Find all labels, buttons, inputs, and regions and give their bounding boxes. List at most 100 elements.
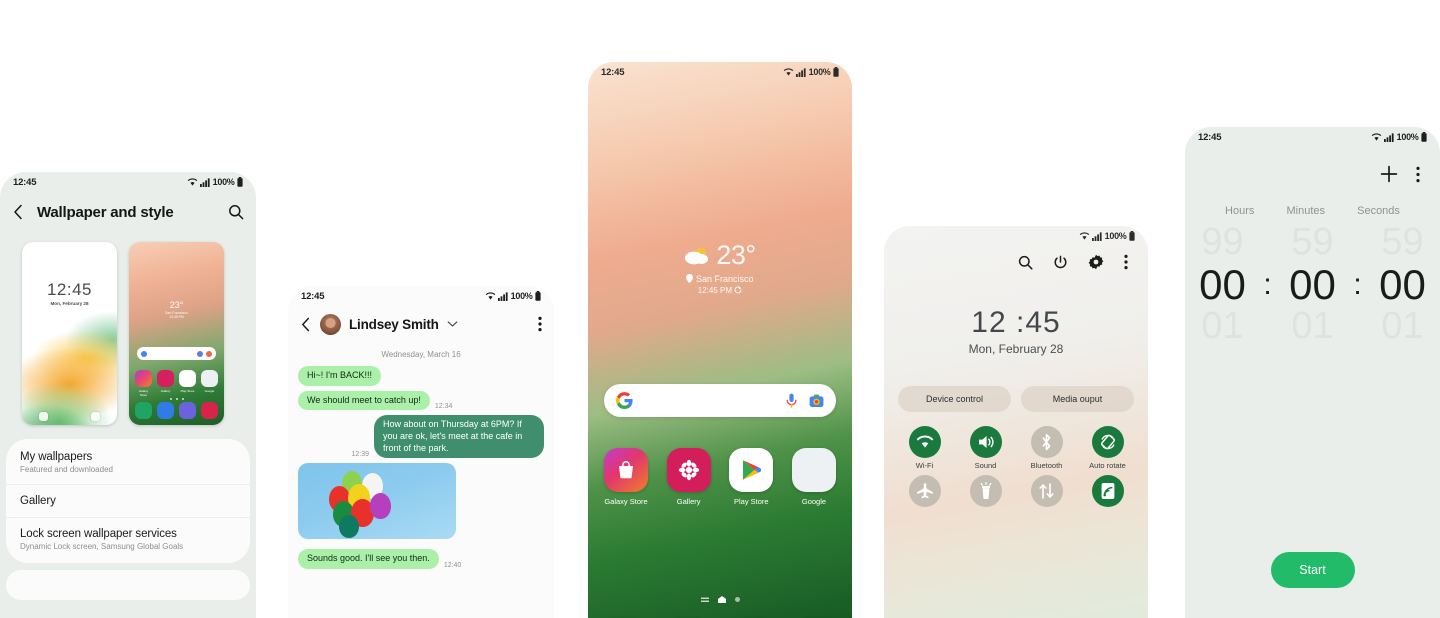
google-folder-icon	[201, 370, 218, 387]
plus-icon[interactable]	[1380, 165, 1398, 183]
tile-wifi[interactable]: Wi-Fi	[894, 426, 955, 471]
home-screen-preview[interactable]: 23° San Francisco 12:45 PM Galaxy Store …	[129, 242, 224, 425]
tile-airplane-mode[interactable]	[894, 474, 955, 511]
sidebar-item-my-wallpapers[interactable]: My wallpapers Featured and downloaded	[6, 441, 250, 484]
tile-label: Sound	[974, 461, 997, 470]
signal-icon	[498, 291, 508, 301]
home-icon[interactable]	[717, 596, 726, 603]
preview-lens-icon	[206, 350, 212, 357]
screenshot-canvas: 12:45 100% Wallpaper and style 12:45 Mon…	[0, 0, 1440, 618]
message-bubble-incoming[interactable]: Hi~! I'm BACK!!!	[298, 366, 381, 386]
ghost-seconds-above: 59	[1381, 221, 1424, 263]
lock-screen-preview[interactable]: 12:45 Mon, February 28	[22, 242, 117, 425]
wifi-icon	[485, 291, 495, 300]
battery-icon	[1129, 231, 1135, 241]
home-screen: 12:45 100% 23° San Francisco 12:45 PM Ga…	[588, 62, 852, 618]
nearby-share-tile-circle	[1091, 474, 1124, 507]
preview-lock-date: Mon, February 28	[50, 301, 89, 306]
timer-separator: :	[1263, 268, 1272, 302]
tile-bluetooth[interactable]: Bluetooth	[1016, 426, 1077, 471]
phone-icon	[135, 402, 152, 419]
row-sublabel: Featured and downloaded	[20, 465, 113, 474]
preview-lock-shortcuts	[22, 412, 117, 421]
tile-mobile-data[interactable]	[1016, 474, 1077, 511]
messages-icon	[157, 402, 174, 419]
quick-panel-clock[interactable]: 12 :45 Mon, February 28	[884, 306, 1148, 356]
preview-app-label: Play Store	[180, 388, 195, 393]
search-input[interactable]	[604, 384, 836, 417]
tile-sound[interactable]: Sound	[955, 426, 1016, 471]
message-bubble-incoming[interactable]: Sounds good. I'll see you then.	[298, 549, 439, 570]
timer-value-row: 00 : 00 : 00	[1185, 262, 1440, 307]
preview-dock	[135, 402, 218, 419]
preview-phone-shortcut-icon	[38, 412, 48, 421]
timer-minutes-value[interactable]: 00	[1279, 262, 1347, 307]
app-gallery[interactable]: Gallery	[663, 448, 715, 506]
message-bubble-outgoing[interactable]: How about on Thursday at 6PM? If you are…	[374, 415, 544, 459]
timer-picker[interactable]: 99 59 59 00 : 00 : 00 01 01 01	[1185, 221, 1440, 347]
message-bubble-incoming[interactable]: We should meet to catch up!	[298, 390, 430, 411]
weather-widget[interactable]: 23° San Francisco 12:45 PM	[588, 240, 852, 295]
sidebar-item-gallery[interactable]: Gallery	[6, 484, 250, 517]
device-control-button[interactable]: Device control	[898, 386, 1011, 412]
more-vertical-icon[interactable]	[538, 316, 542, 332]
list-icon[interactable]	[700, 597, 709, 603]
date-divider: Wednesday, March 16	[381, 350, 461, 359]
search-icon[interactable]	[228, 204, 244, 220]
timer-seconds-value[interactable]: 00	[1369, 262, 1437, 307]
gallery-icon	[157, 370, 174, 387]
message-row	[298, 463, 544, 544]
tile-auto-rotate[interactable]: Auto rotate	[1077, 426, 1138, 471]
power-icon[interactable]	[1053, 255, 1068, 270]
google-lens-icon[interactable]	[809, 394, 824, 408]
mobile-data-tile-circle	[1030, 474, 1063, 507]
more-vertical-icon[interactable]	[1416, 166, 1420, 183]
back-arrow-icon[interactable]	[12, 204, 25, 220]
battery-icon	[833, 67, 839, 77]
weather-temperature: 23°	[716, 240, 756, 270]
messages-conversation-screen: 12:45 100% Lindsey Smith Wednesday, Marc…	[288, 286, 554, 618]
app-bar: Lindsey Smith	[288, 306, 554, 342]
sound-tile-circle	[969, 426, 1002, 458]
weather-updated-time: 12:45 PM	[588, 286, 852, 295]
google-g-icon	[616, 392, 633, 409]
app-galaxy-store[interactable]: Galaxy Store	[600, 448, 652, 506]
balloon	[339, 515, 359, 539]
row-sublabel: Dynamic Lock screen, Samsung Global Goal…	[20, 542, 184, 551]
weather-location-label: San Francisco	[695, 274, 754, 284]
message-row: Hi~! I'm BACK!!!	[298, 366, 544, 386]
page-dot[interactable]	[734, 597, 740, 602]
wifi-tile-circle	[908, 426, 941, 458]
app-play-store[interactable]: Play Store	[725, 448, 777, 506]
quick-panel-header-icons	[884, 246, 1148, 270]
chevron-down-icon[interactable]	[447, 320, 458, 328]
back-arrow-icon[interactable]	[300, 317, 312, 332]
timer-hours-value[interactable]: 00	[1189, 262, 1257, 307]
preview-app: Google	[201, 370, 218, 397]
tile-nearby-share[interactable]	[1077, 474, 1138, 511]
search-icon[interactable]	[1018, 255, 1033, 270]
microphone-icon[interactable]	[786, 393, 797, 409]
message-row: We should meet to catch up! 12:34	[298, 390, 544, 411]
tile-flashlight[interactable]	[955, 474, 1016, 511]
refresh-icon[interactable]	[734, 286, 742, 294]
settings-gear-icon[interactable]	[1088, 254, 1104, 270]
wallpaper-secondary-card[interactable]	[6, 570, 250, 600]
wallpaper-art-swirl	[22, 307, 117, 425]
media-output-button[interactable]: Media ouput	[1021, 386, 1134, 412]
wifi-icon	[1371, 132, 1381, 141]
start-button[interactable]: Start	[1270, 552, 1355, 588]
app-google-folder[interactable]: Google	[788, 448, 840, 506]
ghost-hours-above: 99	[1201, 221, 1244, 263]
battery-icon	[237, 177, 243, 187]
more-vertical-icon[interactable]	[1124, 254, 1128, 270]
battery-label: 100%	[1396, 132, 1419, 142]
timer-actions: Start	[1185, 552, 1440, 588]
message-image-balloons[interactable]	[298, 463, 456, 540]
status-time: 12:45	[601, 66, 625, 78]
avatar[interactable]	[320, 313, 341, 335]
sidebar-item-lock-screen-wallpaper-services[interactable]: Lock screen wallpaper services Dynamic L…	[6, 517, 250, 561]
preview-search-bar	[137, 347, 216, 360]
ghost-minutes-above: 59	[1291, 221, 1334, 263]
balloon	[370, 493, 391, 520]
